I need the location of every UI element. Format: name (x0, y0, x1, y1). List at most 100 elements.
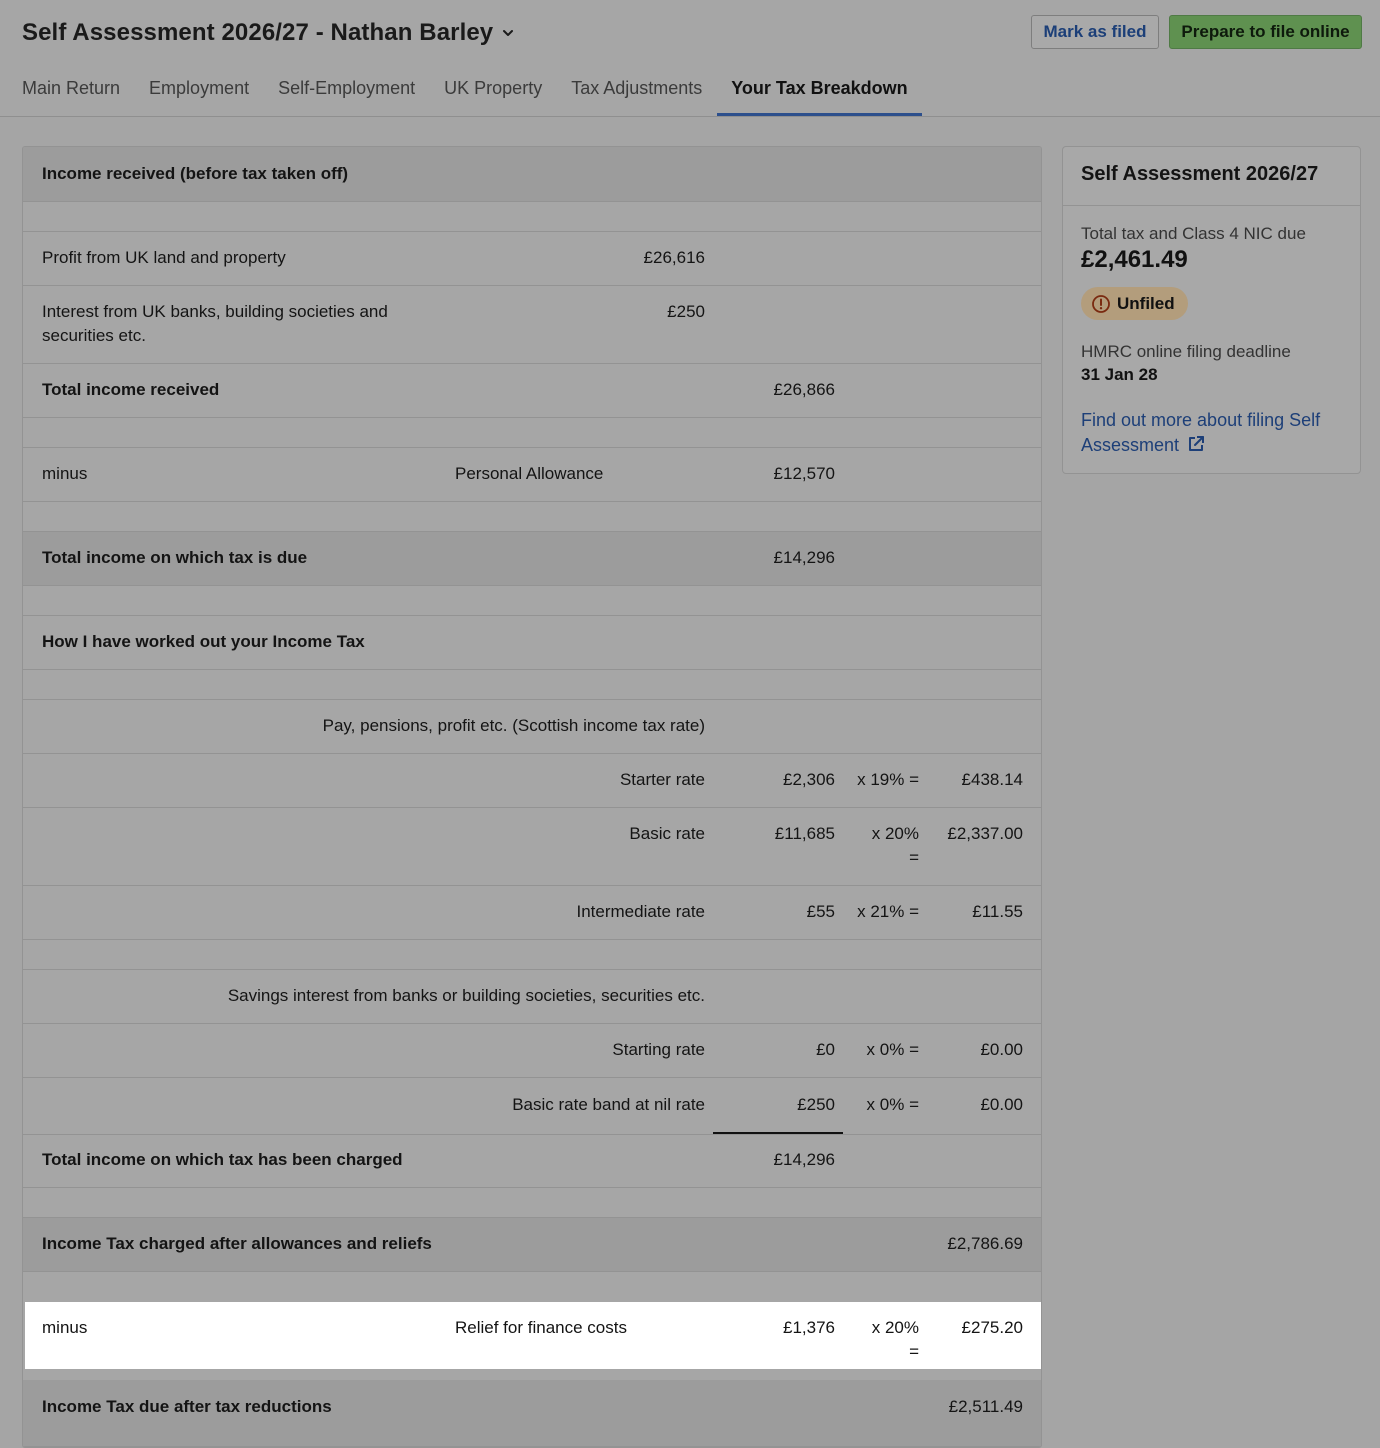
taxable-income-label: Total income on which tax is due (42, 548, 308, 567)
tax-after-allowances-label: Income Tax charged after allowances and … (42, 1234, 432, 1253)
basic-rate-multiplier: x 20% (871, 824, 919, 843)
alert-circle-icon (1092, 294, 1110, 313)
starting-rate-label: Starting rate (612, 1040, 705, 1059)
interest-income-value: £250 (667, 302, 705, 321)
property-income-value: £26,616 (643, 248, 705, 267)
starting-rate-amount: £0 (816, 1040, 835, 1059)
filing-info-link-line1: Find out more about filing Self (1081, 410, 1321, 430)
starter-rate-multiplier: x 19% = (857, 770, 919, 789)
starter-rate-row: Starter rate £2,306 x 19% = £438.14 (23, 754, 1041, 808)
spacer-row (23, 1188, 1041, 1218)
total-income-row: Total income received £26,866 (23, 364, 1041, 418)
tab-main-return[interactable]: Main Return (22, 78, 120, 116)
income-heading-row: Income received (before tax taken off) (23, 147, 1041, 202)
savings-heading: Savings interest from banks or building … (227, 986, 705, 1005)
nil-rate-band-multiplier: x 0% = (866, 1095, 919, 1114)
tab-tax-adjustments[interactable]: Tax Adjustments (571, 78, 702, 116)
top-bar: Self Assessment 2026/27 - Nathan Barley … (0, 0, 1380, 117)
deadline-label: HMRC online filing deadline (1081, 342, 1291, 361)
personal-allowance-value: £12,570 (773, 464, 835, 483)
finance-relief-result: £275.20 (961, 1318, 1023, 1337)
finance-relief-multiplier: x 20% (871, 1318, 919, 1337)
total-income-label: Total income received (42, 380, 220, 399)
nil-rate-band-row: Basic rate band at nil rate £250 x 0% = … (23, 1078, 1041, 1134)
finance-relief-row: minus Relief for finance costs £1,376 x … (25, 1302, 1041, 1369)
nil-rate-band-amount: £250 (797, 1095, 835, 1114)
total-due-amount: £2,461.49 (1081, 246, 1188, 273)
starter-rate-amount: £2,306 (783, 770, 835, 789)
tax-due-label: Income Tax due after tax reductions (42, 1397, 332, 1416)
spacer-row (23, 202, 1041, 232)
workings-heading: How I have worked out your Income Tax (42, 632, 365, 651)
page-title: Self Assessment 2026/27 - Nathan Barley (22, 19, 494, 46)
starter-rate-result: £438.14 (961, 770, 1023, 789)
spacer-row (23, 1272, 1041, 1302)
tab-your-tax-breakdown[interactable]: Your Tax Breakdown (717, 78, 922, 116)
starting-rate-row: Starting rate £0 x 0% = £0.00 (23, 1024, 1041, 1078)
nil-rate-band-result: £0.00 (980, 1095, 1023, 1114)
spacer-row (23, 940, 1041, 970)
intermediate-rate-amount: £55 (806, 902, 835, 921)
pay-heading-row: Pay, pensions, profit etc. (Scottish inc… (23, 700, 1041, 754)
spacer-row (23, 502, 1041, 532)
tab-self-employment[interactable]: Self-Employment (278, 78, 415, 116)
return-selector[interactable]: Self Assessment 2026/27 - Nathan Barley (22, 19, 515, 47)
tax-due-row: Income Tax due after tax reductions £2,5… (23, 1380, 1041, 1447)
summary-card-header: Self Assessment 2026/27 (1063, 147, 1360, 206)
intermediate-rate-label: Intermediate rate (576, 902, 705, 921)
income-heading: Income received (before tax taken off) (42, 164, 349, 183)
tax-due-value: £2,511.49 (948, 1397, 1023, 1416)
total-charged-row: Total income on which tax has been charg… (23, 1134, 1041, 1188)
basic-rate-amount: £11,685 (774, 824, 835, 843)
mark-as-filed-button[interactable]: Mark as filed (1031, 15, 1159, 49)
spacer-row (23, 670, 1041, 700)
finance-relief-amount: £1,376 (783, 1318, 835, 1337)
starting-rate-multiplier: x 0% = (866, 1040, 919, 1059)
pay-heading: Pay, pensions, profit etc. (Scottish inc… (322, 716, 705, 735)
tab-employment[interactable]: Employment (149, 78, 249, 116)
finance-relief-label: Relief for finance costs (455, 1318, 627, 1337)
minus-label: minus (42, 464, 88, 483)
personal-allowance-row: minus Personal Allowance £12,570 (23, 448, 1041, 502)
interest-income-label-line2: securities etc. (42, 326, 146, 345)
spacer-row (23, 586, 1041, 616)
tax-breakdown-panel: Income received (before tax taken off) P… (22, 146, 1042, 1448)
property-income-label: Profit from UK land and property (42, 248, 286, 267)
property-income-row: Profit from UK land and property £26,616 (23, 232, 1041, 286)
status-badge-label: Unfiled (1117, 293, 1175, 313)
personal-allowance-label: Personal Allowance (455, 464, 604, 483)
filing-info-link[interactable]: Find out more about filing Self Assessme… (1081, 408, 1346, 458)
total-charged-value: £14,296 (773, 1150, 835, 1169)
taxable-income-row: Total income on which tax is due £14,296 (23, 532, 1041, 586)
external-link-icon (1189, 436, 1205, 451)
taxable-income-value: £14,296 (773, 548, 835, 567)
basic-rate-row: Basic rate £11,685 x 20% = £2,337.00 (23, 808, 1041, 886)
starting-rate-result: £0.00 (980, 1040, 1023, 1059)
intermediate-rate-multiplier: x 21% = (857, 902, 919, 921)
spacer-row (23, 418, 1041, 448)
deadline-date: 31 Jan 28 (1081, 365, 1158, 384)
total-charged-label: Total income on which tax has been charg… (42, 1150, 403, 1169)
summary-card: Self Assessment 2026/27 Total tax and Cl… (1062, 146, 1361, 474)
interest-income-row: Interest from UK banks, building societi… (23, 286, 1041, 364)
summary-title: Self Assessment 2026/27 (1081, 163, 1319, 185)
prepare-to-file-button[interactable]: Prepare to file online (1169, 15, 1362, 49)
interest-income-label-line1: Interest from UK banks, building societi… (42, 302, 388, 321)
tab-uk-property[interactable]: UK Property (444, 78, 542, 116)
filing-info-link-line2: Assessment (1081, 435, 1180, 455)
minus-label: minus (42, 1318, 88, 1337)
intermediate-rate-result: £11.55 (972, 902, 1023, 921)
chevron-down-icon (503, 30, 514, 36)
workings-heading-row: How I have worked out your Income Tax (23, 616, 1041, 670)
tab-bar: Main Return Employment Self-Employment U… (22, 78, 951, 116)
starter-rate-label: Starter rate (619, 770, 705, 789)
finance-relief-equals: = (909, 1342, 919, 1361)
tax-after-allowances-value: £2,786.69 (947, 1234, 1023, 1253)
basic-rate-label: Basic rate (629, 824, 705, 843)
nil-rate-band-label: Basic rate band at nil rate (512, 1095, 705, 1114)
savings-heading-row: Savings interest from banks or building … (23, 970, 1041, 1024)
total-income-value: £26,866 (773, 380, 835, 399)
tax-after-allowances-row: Income Tax charged after allowances and … (23, 1218, 1041, 1272)
basic-rate-equals: = (909, 848, 919, 867)
total-due-label: Total tax and Class 4 NIC due (1081, 224, 1306, 243)
